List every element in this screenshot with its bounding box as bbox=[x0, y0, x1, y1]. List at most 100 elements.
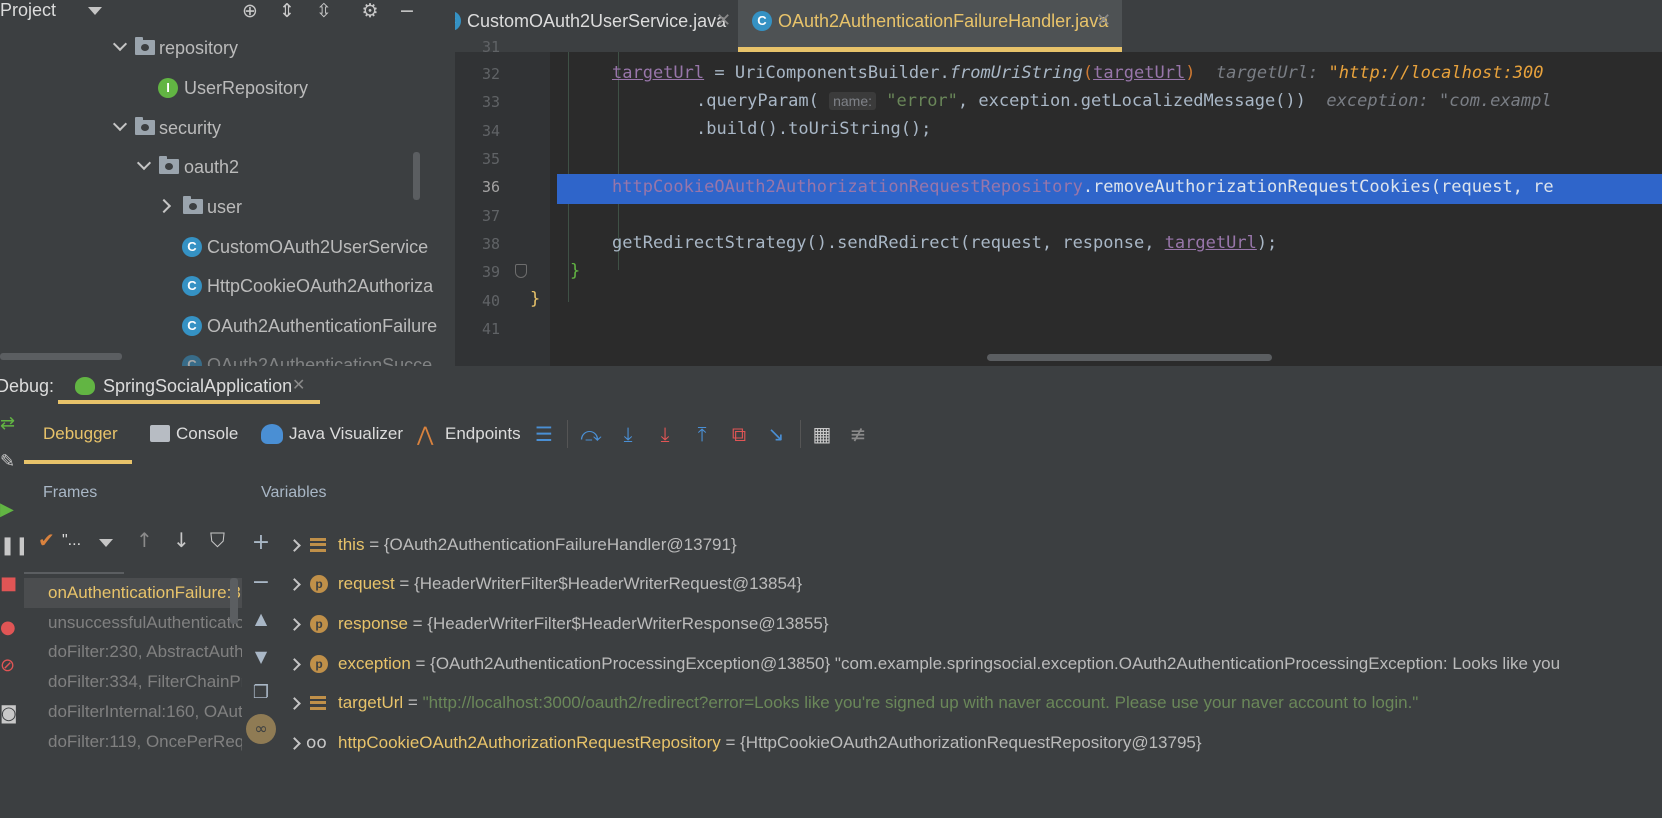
move-down-icon[interactable]: ▼ bbox=[250, 646, 272, 668]
frame-row[interactable]: unsuccessfulAuthenticatio bbox=[24, 608, 242, 638]
code-line-34[interactable]: .build().toUriString(); bbox=[696, 114, 931, 144]
variable-value: = {HeaderWriterFilter$HeaderWriterRespon… bbox=[407, 614, 829, 633]
project-dropdown-caret-icon[interactable] bbox=[88, 7, 102, 15]
locate-icon[interactable]: ⊕ bbox=[239, 0, 261, 22]
chevron-right-icon[interactable] bbox=[156, 198, 172, 214]
duplicate-watch-icon[interactable]: ❐ bbox=[250, 682, 272, 704]
code-line-32[interactable]: targetUrl = UriComponentsBuilder.fromUri… bbox=[612, 58, 1543, 88]
frame-row[interactable]: doFilterInternal:160, OAut bbox=[24, 697, 242, 727]
parameter-icon: p bbox=[310, 615, 328, 633]
frame-row[interactable]: doFilter:230, AbstractAuth bbox=[24, 637, 242, 667]
hide-icon[interactable]: − bbox=[396, 0, 418, 22]
editor-horizontal-scrollbar[interactable] bbox=[987, 354, 1272, 361]
frame-row[interactable]: doFilter:334, FilterChainPr bbox=[24, 667, 242, 697]
frames-scrollbar[interactable] bbox=[24, 572, 124, 574]
tab-java-visualizer[interactable]: Java Visualizer bbox=[261, 404, 403, 464]
force-step-into-icon[interactable]: ⤓ bbox=[653, 422, 677, 446]
variable-row-targeturl[interactable]: targetUrl = "http://localhost:3000/oauth… bbox=[278, 688, 1658, 718]
frames-vertical-scrollbar[interactable] bbox=[230, 578, 238, 624]
tab-debugger[interactable]: Debugger bbox=[24, 404, 132, 464]
chevron-down-icon[interactable] bbox=[112, 36, 128, 52]
debug-inline-hint-label: exception: bbox=[1326, 91, 1439, 111]
frames-panel: Frames ✔ "... ↑ ↓ ⛉ onAuthenticationFail… bbox=[24, 464, 242, 818]
chevron-right-icon[interactable] bbox=[288, 697, 301, 710]
project-header: Project ⊕ ⇕ ⇳ ⚙ − bbox=[0, 0, 455, 24]
mute-breakpoints-icon[interactable]: ⊘ bbox=[0, 656, 18, 676]
arrow-down-icon[interactable]: ↓ bbox=[173, 528, 190, 552]
run-to-cursor-icon[interactable]: ↘ bbox=[764, 422, 788, 446]
view-breakpoints-icon[interactable]: ● bbox=[0, 618, 18, 638]
tab-console[interactable]: Console bbox=[150, 404, 250, 464]
close-icon[interactable]: ✕ bbox=[716, 0, 731, 42]
collapse-all-icon[interactable]: ⇳ bbox=[313, 0, 335, 22]
camera-icon[interactable]: ◙ bbox=[0, 704, 18, 724]
code-line-40[interactable]: } bbox=[530, 284, 540, 314]
chevron-right-icon[interactable] bbox=[288, 578, 301, 591]
tree-item-customoauth2userservice[interactable]: C CustomOAuth2UserService bbox=[182, 232, 452, 262]
step-into-icon[interactable]: ⤓ bbox=[616, 422, 640, 446]
fold-marker-icon[interactable] bbox=[515, 264, 527, 278]
chevron-down-icon[interactable] bbox=[99, 539, 113, 547]
wrench-icon[interactable]: ✎ bbox=[0, 452, 18, 472]
chevron-right-icon[interactable] bbox=[288, 658, 301, 671]
resume-icon[interactable]: ▶ bbox=[0, 500, 18, 520]
debug-tool-window: Debug: SpringSocialApplication ✕ ⇄ ✎ ▶ ❚… bbox=[0, 366, 1662, 818]
stop-icon[interactable]: ■ bbox=[0, 574, 18, 594]
tree-item-failure-handler[interactable]: C OAuth2AuthenticationFailure bbox=[182, 311, 452, 341]
tree-item-userrepository[interactable]: I UserRepository bbox=[158, 73, 448, 103]
close-icon[interactable]: ✕ bbox=[1096, 0, 1111, 42]
remove-watch-icon[interactable]: − bbox=[250, 572, 272, 594]
code-line-33[interactable]: .queryParam( name: "error", exception.ge… bbox=[696, 86, 1552, 116]
code-line-36[interactable]: httpCookieOAuth2AuthorizationRequestRepo… bbox=[612, 172, 1554, 202]
code-line-39[interactable]: } bbox=[570, 256, 580, 286]
variable-row-this[interactable]: this = {OAuth2AuthenticationFailureHandl… bbox=[278, 530, 1658, 560]
arrow-up-icon[interactable]: ↑ bbox=[136, 528, 153, 552]
trace-stream-icon[interactable]: ≢ bbox=[846, 422, 870, 446]
tree-item-oauth2[interactable]: oauth2 bbox=[134, 152, 444, 182]
filter-icon[interactable]: ⛉ bbox=[210, 528, 225, 552]
debug-session-tab[interactable]: SpringSocialApplication ✕ bbox=[58, 366, 320, 404]
project-title[interactable]: Project bbox=[0, 0, 56, 21]
tree-vertical-scrollbar[interactable] bbox=[413, 152, 420, 200]
step-over-icon[interactable]: ⤼ bbox=[579, 422, 603, 446]
class-icon: C bbox=[455, 11, 461, 31]
chevron-right-icon[interactable] bbox=[288, 737, 301, 750]
toolbar-divider bbox=[800, 420, 801, 448]
tree-item-user[interactable]: user bbox=[156, 192, 448, 222]
show-watches-icon[interactable]: ∞ bbox=[246, 714, 276, 744]
tree-horizontal-scrollbar[interactable] bbox=[0, 353, 122, 360]
thread-selector[interactable]: ✔ "... bbox=[24, 526, 124, 556]
variable-row-exception[interactable]: p exception = {OAuth2AuthenticationProce… bbox=[278, 649, 1658, 679]
gear-icon[interactable]: ⚙ bbox=[359, 0, 381, 22]
move-up-icon[interactable]: ▲ bbox=[250, 608, 272, 630]
variable-value: = bbox=[403, 693, 423, 712]
chevron-right-icon[interactable] bbox=[288, 618, 301, 631]
tab-endpoints[interactable]: ⋀ Endpoints bbox=[417, 404, 527, 464]
line-number-gutter: 31 32 33 34 35 36 37 38 39 40 41 bbox=[455, 38, 550, 390]
variable-row-httpcookie-repository[interactable]: oo httpCookieOAuth2AuthorizationRequestR… bbox=[278, 728, 1658, 758]
tab-oauth2authenticationfailurehandler[interactable]: C OAuth2AuthenticationFailureHandler.jav… bbox=[738, 0, 1122, 52]
frame-row[interactable]: doFilter:119, OncePerReq bbox=[24, 727, 242, 757]
variable-row-response[interactable]: p response = {HeaderWriterFilter$HeaderW… bbox=[278, 609, 1658, 639]
evaluate-expression-icon[interactable]: ▦ bbox=[810, 422, 834, 446]
tree-item-security[interactable]: security bbox=[110, 113, 450, 143]
java-visualizer-icon bbox=[261, 424, 283, 444]
chevron-down-icon[interactable] bbox=[112, 116, 128, 132]
drop-frame-icon[interactable]: ⧉ bbox=[727, 422, 751, 446]
code-line-38[interactable]: getRedirectStrategy().sendRedirect(reque… bbox=[612, 228, 1277, 258]
variable-row-request[interactable]: p request = {HeaderWriterFilter$HeaderWr… bbox=[278, 569, 1658, 599]
expand-all-icon[interactable]: ⇕ bbox=[276, 0, 298, 22]
tree-item-httpcookie-repository[interactable]: C HttpCookieOAuth2Authoriza bbox=[182, 271, 452, 301]
add-watch-icon[interactable]: + bbox=[250, 532, 272, 554]
frame-row[interactable]: onAuthenticationFailure:3 bbox=[24, 578, 242, 608]
chevron-right-icon[interactable] bbox=[288, 539, 301, 552]
step-out-icon[interactable]: ⤒ bbox=[690, 422, 714, 446]
rerun-icon[interactable]: ⇄ bbox=[0, 414, 18, 434]
chevron-down-icon[interactable] bbox=[136, 155, 152, 171]
show-execution-point-icon[interactable]: ☰ bbox=[532, 422, 556, 446]
tree-item-repository[interactable]: repository bbox=[110, 33, 450, 63]
code-token: targetUrl bbox=[1093, 63, 1186, 83]
close-icon[interactable]: ✕ bbox=[292, 375, 305, 394]
variable-name: httpCookieOAuth2AuthorizationRequestRepo… bbox=[338, 728, 1202, 758]
pause-icon[interactable]: ❚❚ bbox=[0, 536, 30, 556]
